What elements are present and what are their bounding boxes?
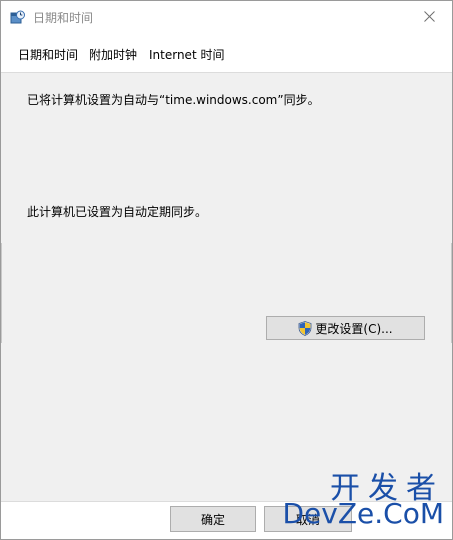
change-settings-button[interactable]: 更改设置(C)...	[266, 316, 425, 340]
ok-button[interactable]: 确定	[170, 506, 256, 532]
tab-internet-time[interactable]: Internet 时间	[149, 46, 224, 63]
panel-divider	[1, 243, 2, 343]
tab-date-time[interactable]: 日期和时间	[18, 46, 78, 63]
close-button[interactable]	[406, 1, 452, 32]
ok-label: 确定	[200, 512, 225, 527]
tab-additional-clocks[interactable]: 附加时钟	[89, 46, 137, 63]
tab-strip: 日期和时间 附加时钟 Internet 时间	[1, 32, 452, 72]
window-title: 日期和时间	[33, 11, 94, 25]
auto-sync-text: 此计算机已设置为自动定期同步。	[27, 205, 208, 219]
internet-time-panel: 已将计算机设置为自动与“time.windows.com”同步。 此计算机已设置…	[1, 72, 452, 502]
date-time-icon	[10, 10, 25, 25]
panel-divider	[451, 243, 452, 343]
change-settings-label: 更改设置(C)...	[315, 321, 393, 336]
close-icon	[423, 11, 435, 22]
cancel-label: 取消	[295, 512, 320, 527]
sync-server-text: 已将计算机设置为自动与“time.windows.com”同步。	[27, 93, 320, 107]
date-time-dialog: 日期和时间 日期和时间 附加时钟 Internet 时间 已将计算机设置为自动与…	[0, 0, 453, 540]
cancel-button[interactable]: 取消	[264, 506, 352, 532]
uac-shield-icon	[298, 320, 312, 336]
title-bar: 日期和时间	[1, 1, 452, 32]
